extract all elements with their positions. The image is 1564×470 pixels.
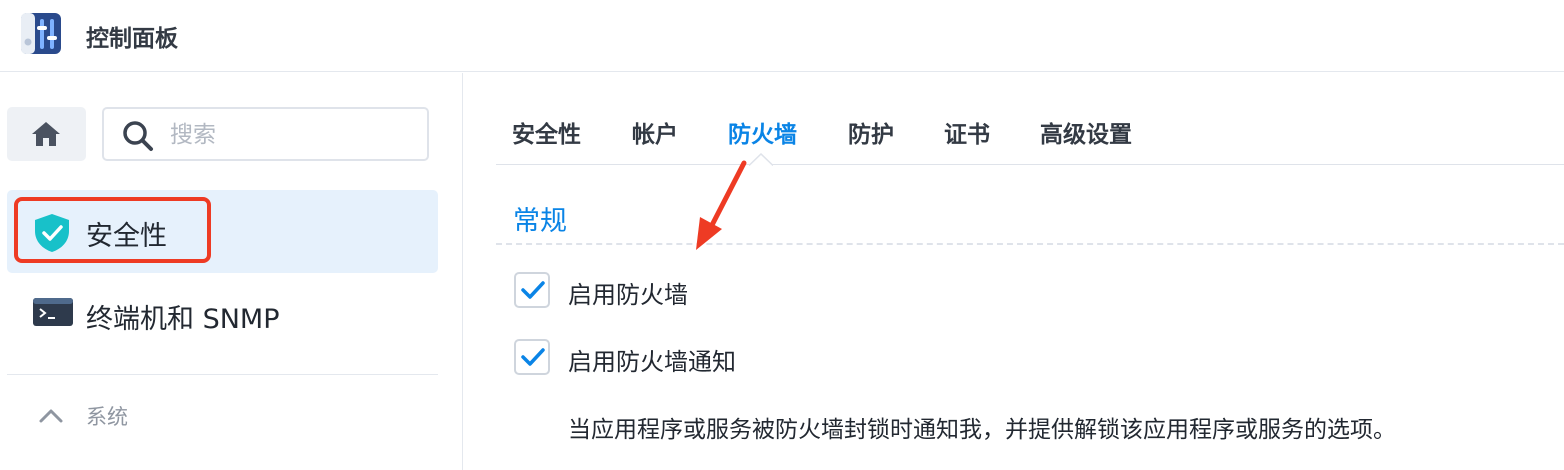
tab-bar: 安全性 帐户 防火墙 防护 证书 高级设置 (496, 73, 1564, 166)
active-tab-indicator (749, 153, 773, 166)
app-title: 控制面板 (86, 26, 178, 52)
tab-certificate[interactable]: 证书 (944, 115, 990, 149)
sidebar-group-label: 系统 (86, 405, 128, 429)
terminal-icon (33, 296, 73, 332)
main-panel: 安全性 帐户 防火墙 防护 证书 高级设置 常规 启用防火墙 启用防火墙通知 当… (464, 73, 1564, 470)
enable-firewall-checkbox[interactable] (514, 272, 550, 308)
shield-check-icon (33, 213, 71, 257)
sidebar-item-label: 安全性 (86, 221, 167, 252)
tab-advanced[interactable]: 高级设置 (1040, 115, 1132, 149)
notification-description: 当应用程序或服务被防火墙封锁时通知我，并提供解锁该应用程序或服务的选项。 (568, 417, 1396, 443)
sidebar: 安全性 终端机和 SNMP 系统 (0, 73, 463, 470)
tab-protection[interactable]: 防护 (848, 115, 894, 149)
enable-firewall-notification-checkbox[interactable] (514, 339, 550, 375)
sidebar-divider (7, 374, 438, 375)
search-box[interactable] (102, 107, 429, 161)
section-divider (496, 243, 1564, 245)
tab-accounts[interactable]: 帐户 (632, 115, 678, 149)
enable-firewall-label: 启用防火墙 (568, 281, 688, 309)
sidebar-item-terminal-snmp[interactable]: 终端机和 SNMP (7, 273, 438, 356)
control-panel-window: 控制面板 安全性 (0, 0, 1564, 470)
home-button[interactable] (7, 107, 86, 161)
checkmark-icon (521, 348, 545, 366)
search-input[interactable] (170, 118, 410, 152)
sidebar-item-label: 终端机和 SNMP (86, 304, 280, 335)
checkmark-icon (521, 281, 545, 299)
sidebar-item-security[interactable]: 安全性 (7, 190, 438, 273)
tab-firewall[interactable]: 防火墙 (728, 115, 797, 149)
control-panel-icon (18, 12, 64, 56)
enable-firewall-notification-label: 启用防火墙通知 (568, 348, 736, 376)
tab-security[interactable]: 安全性 (512, 115, 581, 149)
title-bar: 控制面板 (0, 0, 1564, 72)
home-icon (32, 122, 60, 146)
chevron-up-icon (39, 409, 63, 423)
section-title: 常规 (513, 206, 567, 237)
search-icon (123, 121, 153, 151)
